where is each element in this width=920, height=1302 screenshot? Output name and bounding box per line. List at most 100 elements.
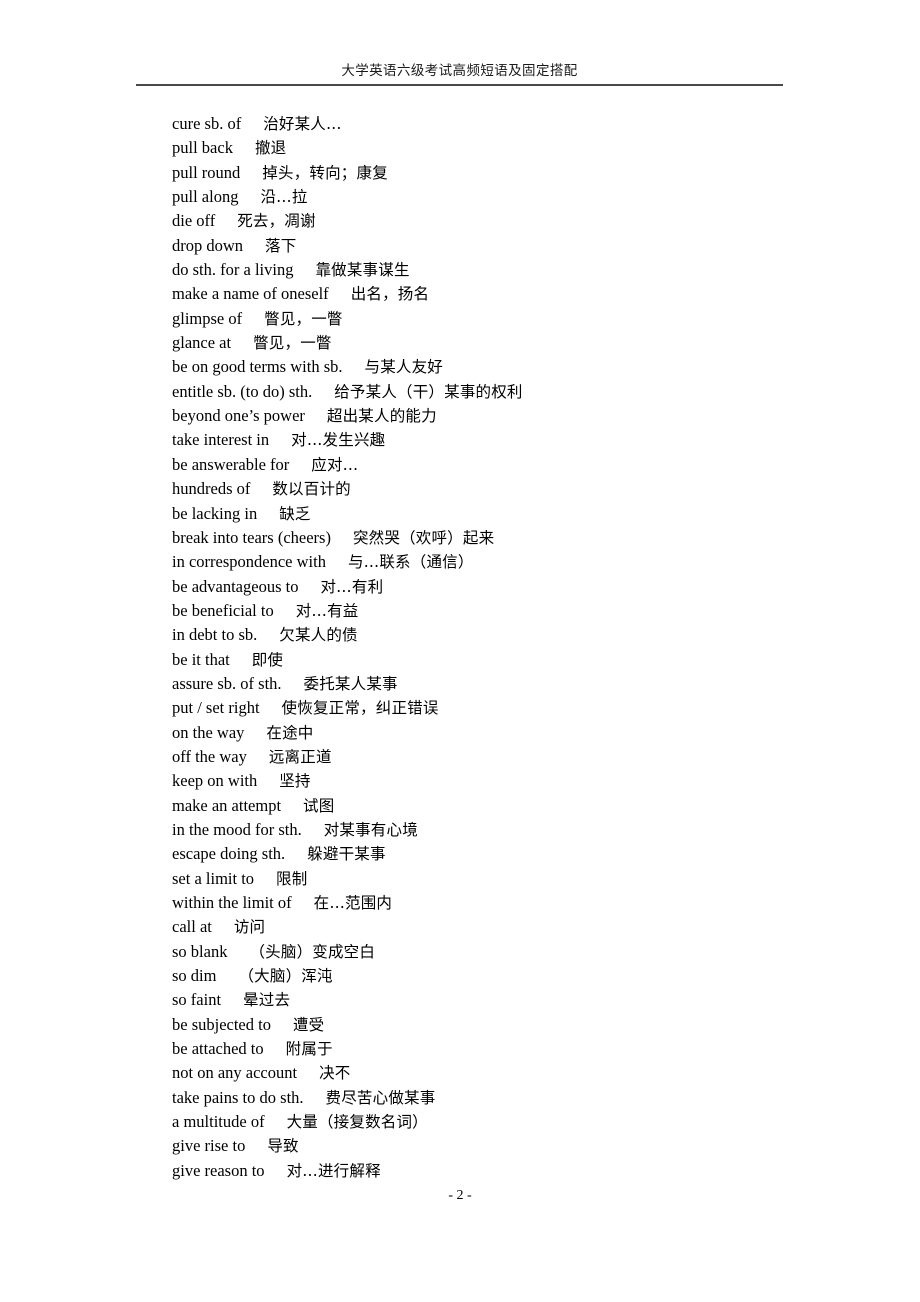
phrase-chinese: 访问 (233, 918, 266, 937)
page-footer: - 2 - (0, 1186, 920, 1204)
phrase-entry: entitle sb. (to do) sth. 给予某人（干）某事的权利 (172, 380, 832, 404)
phrase-chinese: 费尽苦心做某事 (325, 1088, 436, 1107)
phrase-english: so faint (172, 990, 222, 1010)
phrase-chinese: 沿…拉 (260, 188, 308, 207)
phrase-english: glimpse of (172, 308, 243, 328)
phrase-entry: glance at 瞥见，一瞥 (172, 331, 832, 355)
phrase-entry: beyond one’s power 超出某人的能力 (172, 404, 832, 428)
phrase-english: hundreds of (172, 479, 251, 499)
phrase-entry: escape doing sth. 躲避干某事 (172, 842, 832, 866)
phrase-english: in the mood for sth. (172, 819, 302, 839)
phrase-entry: make a name of oneself 出名，扬名 (172, 282, 832, 306)
phrase-chinese: 欠某人的债 (279, 626, 358, 645)
phrase-english: be attached to (172, 1039, 264, 1059)
phrase-chinese: 与某人友好 (364, 358, 444, 377)
phrase-chinese: 瞥见，一瞥 (253, 334, 332, 353)
phrase-chinese: 对…进行解释 (286, 1161, 381, 1180)
phrase-english: break into tears (cheers) (172, 527, 331, 547)
phrase-entry: in debt to sb. 欠某人的债 (172, 623, 832, 647)
phrase-english: take pains to do sth. (172, 1087, 304, 1107)
phrase-english: be advantageous to (172, 576, 299, 596)
phrase-chinese: 缺乏 (279, 504, 311, 523)
phrase-entry: give reason to 对…进行解释 (172, 1159, 832, 1183)
phrase-chinese: 死去，凋谢 (237, 212, 316, 231)
phrase-chinese: 遭受 (292, 1015, 325, 1034)
phrase-chinese: 靠做某事谋生 (315, 261, 410, 280)
phrase-english: take interest in (172, 430, 270, 450)
phrase-chinese: 在…范围内 (313, 894, 393, 912)
phrase-list: cure sb. of 治好某人… pull back 撤退 pull round 掉头，… (172, 112, 832, 1183)
phrase-chinese: 坚持 (279, 772, 311, 791)
phrase-chinese: 试图 (303, 796, 335, 815)
phrase-entry: in the mood for sth. 对某事有心境 (172, 818, 832, 842)
phrase-chinese: 导致 (267, 1137, 299, 1156)
phrase-entry: do sth. for a living 靠做某事谋生 (172, 258, 832, 282)
phrase-chinese: 撤退 (254, 139, 287, 158)
header-rule (136, 84, 783, 86)
phrase-chinese: 掉头，转向；康复 (262, 163, 388, 182)
phrase-chinese: 在途中 (266, 723, 314, 742)
phrase-entry: take interest in 对…发生兴趣 (172, 428, 832, 452)
phrase-english: make a name of oneself (172, 284, 329, 304)
phrase-chinese: 限制 (276, 869, 308, 888)
phrase-chinese: 远离正道 (268, 747, 332, 766)
phrase-english: glance at (172, 333, 232, 353)
phrase-english: assure sb. of sth. (172, 673, 282, 693)
phrase-entry: be advantageous to 对…有利 (172, 575, 832, 599)
phrase-english: within the limit of (172, 893, 292, 912)
phrase-entry: be lacking in 缺乏 (172, 502, 832, 526)
phrase-english: in debt to sb. (172, 625, 258, 645)
phrase-entry: die off 死去，凋谢 (172, 209, 832, 233)
phrase-chinese: 对…有利 (320, 577, 384, 596)
phrase-entry: hundreds of 数以百计的 (172, 477, 832, 501)
phrase-chinese: 落下 (265, 236, 297, 255)
phrase-english: on the way (172, 722, 245, 742)
phrase-entry: call at 访问 (172, 915, 832, 939)
phrase-english: be beneficial to (172, 600, 274, 620)
phrase-chinese: 出名，扬名 (350, 285, 430, 304)
phrase-entry: pull back 撤退 (172, 136, 832, 160)
phrase-entry: not on any account 决不 (172, 1061, 832, 1085)
page-header: 大学英语六级考试高频短语及固定搭配 (136, 62, 783, 86)
phrase-chinese: 给予某人（干）某事的权利 (334, 382, 523, 401)
phrase-english: make an attempt (172, 795, 282, 815)
phrase-chinese: 大量（接复数名词） (286, 1113, 428, 1132)
phrase-entry: pull along 沿…拉 (172, 185, 832, 209)
phrase-english: put / set right (172, 698, 260, 718)
phrase-entry: take pains to do sth. 费尽苦心做某事 (172, 1086, 832, 1110)
phrase-chinese: 使恢复正常，纠正错误 (281, 699, 439, 718)
phrase-entry: be beneficial to 对…有益 (172, 599, 832, 623)
phrase-chinese: （大脑）浑沌 (238, 967, 333, 986)
phrase-english: keep on with (172, 771, 258, 791)
phrase-entry: a multitude of 大量（接复数名词） (172, 1110, 832, 1134)
phrase-chinese: 躲避干某事 (307, 845, 386, 864)
phrase-entry: assure sb. of sth. 委托某人某事 (172, 672, 832, 696)
phrase-entry: put / set right 使恢复正常，纠正错误 (172, 696, 832, 720)
phrase-english: give rise to (172, 1136, 246, 1156)
phrase-chinese: 与…联系（通信） (347, 553, 474, 572)
phrase-english: entitle sb. (to do) sth. (172, 381, 313, 401)
phrase-entry: off the way 远离正道 (172, 745, 832, 769)
phrase-chinese: 决不 (319, 1064, 351, 1083)
phrase-entry: so dim （大脑）浑沌 (172, 964, 832, 988)
phrase-chinese: 应对… (311, 455, 359, 474)
phrase-english: die off (172, 211, 216, 231)
phrase-chinese: 对…发生兴趣 (291, 431, 386, 450)
page-number: - 2 - (448, 1188, 472, 1203)
phrase-entry: so faint 晕过去 (172, 988, 832, 1012)
phrase-chinese: 晕过去 (243, 991, 291, 1010)
phrase-chinese: 附属于 (285, 1040, 333, 1059)
phrase-entry: give rise to 导致 (172, 1134, 832, 1158)
phrase-english: pull round (172, 162, 241, 182)
phrase-english: escape doing sth. (172, 844, 286, 864)
phrase-english: a multitude of (172, 1112, 265, 1132)
phrase-entry: be on good terms with sb. 与某人友好 (172, 355, 832, 379)
phrase-entry: be subjected to 遭受 (172, 1013, 832, 1037)
document-page: 大学英语六级考试高频短语及固定搭配 cure sb. of 治好某人… pull b… (0, 0, 920, 1302)
phrase-english: in correspondence with (172, 552, 326, 572)
phrase-entry: in correspondence with 与…联系（通信） (172, 550, 832, 574)
phrase-chinese: 数以百计的 (272, 480, 351, 499)
phrase-chinese: 超出某人的能力 (326, 407, 437, 426)
phrase-entry: break into tears (cheers) 突然哭（欢呼）起来 (172, 526, 832, 550)
phrase-chinese: 委托某人某事 (303, 674, 398, 693)
